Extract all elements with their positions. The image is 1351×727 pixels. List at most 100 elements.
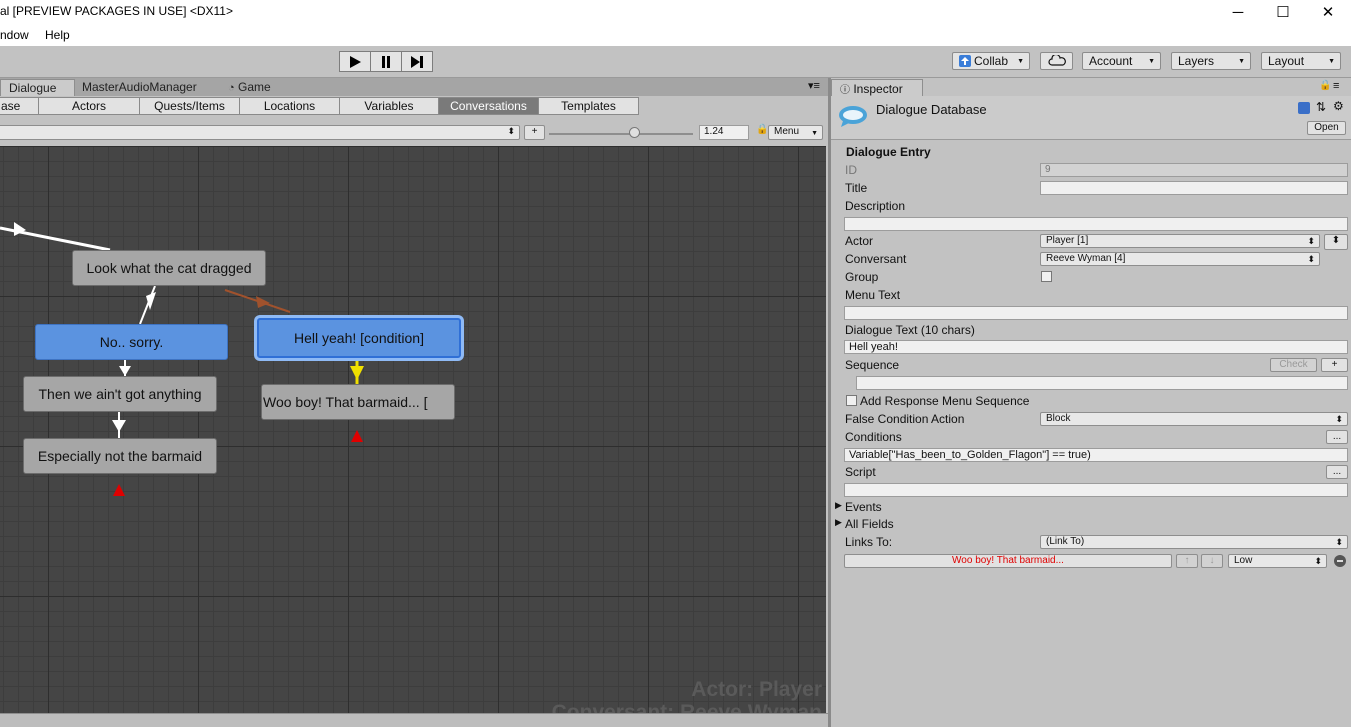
dialogue-node[interactable]: Especially not the barmaid [23,438,217,474]
maximize-button[interactable]: ☐ [1260,0,1306,24]
zoom-slider-thumb[interactable] [629,127,640,138]
tab-game[interactable]: ◔ Game [218,79,279,96]
pause-button[interactable] [370,51,402,72]
dialogue-node-selected[interactable]: Hell yeah! [condition] [257,318,461,358]
section-title: Dialogue Entry [846,145,931,159]
tab-quests-items[interactable]: Quests/Items [139,97,240,115]
script-label: Script [845,465,876,479]
layout-label: Layout [1268,54,1305,68]
bottom-panel-tab-strip [0,713,828,727]
move-down-button[interactable]: ↓ [1201,554,1223,568]
conditions-wizard-button[interactable]: ... [1326,430,1348,444]
actor-dropdown[interactable]: Player [1] ⬍ [1040,234,1320,248]
description-field[interactable] [844,217,1348,231]
chevron-updown-icon: ⬍ [507,126,515,136]
lock-icon[interactable]: 🔒 [756,124,768,135]
play-button[interactable] [339,51,371,72]
layout-dropdown[interactable]: Layout ▼ [1261,52,1341,70]
arrow-icon [112,420,126,432]
chevron-down-icon: ▼ [811,130,818,137]
tab-templates[interactable]: Templates [538,97,639,115]
zoom-field[interactable]: 1.24 [699,125,749,140]
menu-window[interactable]: ndow [0,28,29,42]
links-to-label: Links To: [845,535,893,549]
dialogue-node[interactable]: Then we ain't got anything [23,376,217,412]
swap-actor-button[interactable]: ⬍ [1324,234,1348,250]
tab-dialogue[interactable]: Dialogue [0,79,75,96]
links-to-dropdown[interactable]: (Link To) ⬍ [1040,535,1348,549]
lock-icon[interactable]: 🔒 [1319,80,1331,91]
remove-link-icon[interactable] [1334,555,1346,567]
arrow-icon [256,296,270,308]
window-tab-row: Dialogue MasterAudioManager ◔ Game ▾≡ [0,78,828,96]
panel-menu-icon[interactable]: ≡ [1333,80,1339,92]
tab-actors[interactable]: Actors [38,97,140,115]
check-button[interactable]: Check [1270,358,1317,372]
close-button[interactable]: ✕ [1305,0,1351,24]
open-button[interactable]: Open [1307,121,1346,135]
inspector-tab-label: Inspector [853,82,903,96]
title-field[interactable] [1040,181,1348,195]
script-wizard-button[interactable]: ... [1326,465,1348,479]
gear-icon[interactable]: ⚙ [1333,99,1344,113]
tab-inspector[interactable]: ⓘ Inspector [831,79,923,96]
chevron-updown-icon: ⬍ [1307,254,1315,264]
layers-dropdown[interactable]: Layers ▼ [1171,52,1251,70]
tab-locations[interactable]: Locations [239,97,340,115]
dialogue-text-field[interactable]: Hell yeah! [844,340,1348,354]
chevron-updown-icon: ⬍ [1335,414,1343,424]
conditions-field[interactable]: Variable["Has_been_to_Golden_Flagon"] ==… [844,448,1348,462]
main-toolbar: Collab ▼ Account ▼ Layers ▼ Layout ▼ [0,46,1351,78]
tab-conversations[interactable]: Conversations [438,97,539,115]
step-button[interactable] [401,51,433,72]
chevron-updown-icon: ⬍ [1331,235,1341,246]
all-fields-foldout[interactable]: All Fields [845,517,894,531]
account-dropdown[interactable]: Account ▼ [1082,52,1161,70]
events-foldout[interactable]: Events [845,500,882,514]
link-entry-button[interactable]: Woo boy! That barmaid... [844,554,1172,568]
end-marker-icon [113,484,125,496]
tab-database[interactable]: ase [0,97,39,115]
arrow-icon [350,366,364,380]
sequence-label: Sequence [845,358,900,372]
expand-icon[interactable]: ▶ [835,500,842,511]
chevron-updown-icon: ⬍ [1307,236,1315,246]
tab-master-audio-manager[interactable]: MasterAudioManager [74,79,205,96]
preset-icon[interactable]: ⇅ [1316,100,1326,114]
sequence-field[interactable] [856,376,1348,390]
sequence-add-button[interactable]: + [1321,358,1348,372]
link-line [139,285,156,325]
panel-menu-icon[interactable]: ▾≡ [808,79,820,92]
minimize-button[interactable]: ─ [1215,0,1261,24]
expand-icon[interactable]: ▶ [835,517,842,528]
end-marker-icon [351,430,363,442]
title-bar: al [PREVIEW PACKAGES IN USE] <DX11> ─ ☐ … [0,0,1351,24]
move-up-button[interactable]: ↑ [1176,554,1198,568]
conversation-dropdown[interactable]: ⬍ [0,125,520,140]
collab-dropdown[interactable]: Collab ▼ [952,52,1030,70]
menu-dropdown[interactable]: Menu ▼ [768,125,823,140]
actor-watermark: Actor: Player [691,678,822,701]
false-condition-dropdown[interactable]: Block ⬍ [1040,412,1348,426]
links-to-value: (Link To) [1046,536,1085,547]
menu-text-field[interactable] [844,306,1348,320]
dialogue-node[interactable]: Look what the cat dragged [72,250,266,286]
window-title: al [PREVIEW PACKAGES IN USE] <DX11> [0,4,233,18]
script-field[interactable] [844,483,1348,497]
add-response-checkbox[interactable] [846,395,857,406]
dialogue-node[interactable]: No.. sorry. [35,324,228,360]
conversant-label: Conversant [845,252,907,266]
help-icon[interactable] [1298,102,1310,114]
cloud-button[interactable] [1040,52,1073,70]
node-links [0,222,364,496]
add-conversation-button[interactable]: + [524,125,545,140]
id-field: 9 [1040,163,1348,177]
menu-help[interactable]: Help [45,28,70,42]
group-checkbox[interactable] [1041,271,1052,282]
zoom-slider-track[interactable] [549,133,693,135]
dialogue-node[interactable]: Woo boy! That barmaid... [ [261,384,455,420]
conversant-dropdown[interactable]: Reeve Wyman [4] ⬍ [1040,252,1320,266]
tab-variables[interactable]: Variables [339,97,439,115]
node-canvas[interactable]: Look what the cat dragged No.. sorry. He… [0,146,826,713]
priority-dropdown[interactable]: Low ⬍ [1228,554,1327,568]
